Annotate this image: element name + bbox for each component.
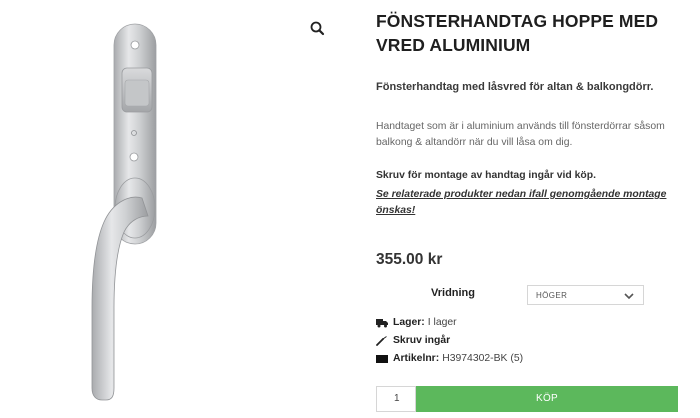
product-title: FÖNSTERHANDTAG HOPPE MED VRED ALUMINIUM xyxy=(376,11,659,55)
screwdriver-icon xyxy=(376,335,387,346)
variation-label: Vridning xyxy=(431,287,475,299)
product-price: 355.00 kr xyxy=(376,251,443,268)
quantity-input[interactable]: 1 xyxy=(376,386,416,412)
barcode-icon xyxy=(376,354,388,363)
sku-row: Artikelnr: H3974302-BK (5) xyxy=(376,353,523,364)
screw-included-text: Skruv ingår xyxy=(393,335,451,346)
magnifier-icon[interactable] xyxy=(308,19,328,39)
product-image[interactable] xyxy=(70,18,180,408)
stock-status: Lager: I lager xyxy=(376,317,457,328)
variation-select[interactable]: HÖGER xyxy=(527,285,644,305)
product-lead: Fönsterhandtag med låsvred för altan & b… xyxy=(376,81,654,93)
product-description: Handtaget som är i aluminium används til… xyxy=(376,121,665,148)
stock-label: Lager: xyxy=(393,317,425,328)
screw-included: Skruv ingår xyxy=(376,335,453,346)
chevron-down-icon xyxy=(624,293,634,300)
product-gallery xyxy=(0,0,340,418)
screw-note: Skruv för montage av handtag ingår vid k… xyxy=(376,170,596,181)
related-products-link[interactable]: Se relaterade produkter nedan ifall geno… xyxy=(376,187,686,219)
buy-button[interactable]: KÖP xyxy=(416,386,678,412)
sku-label: Artikelnr: xyxy=(393,353,440,364)
truck-icon xyxy=(376,318,388,327)
sku-value: H3974302-BK (5) xyxy=(442,353,524,364)
variation-selected-value: HÖGER xyxy=(536,291,568,300)
stock-value: I lager xyxy=(427,317,457,328)
